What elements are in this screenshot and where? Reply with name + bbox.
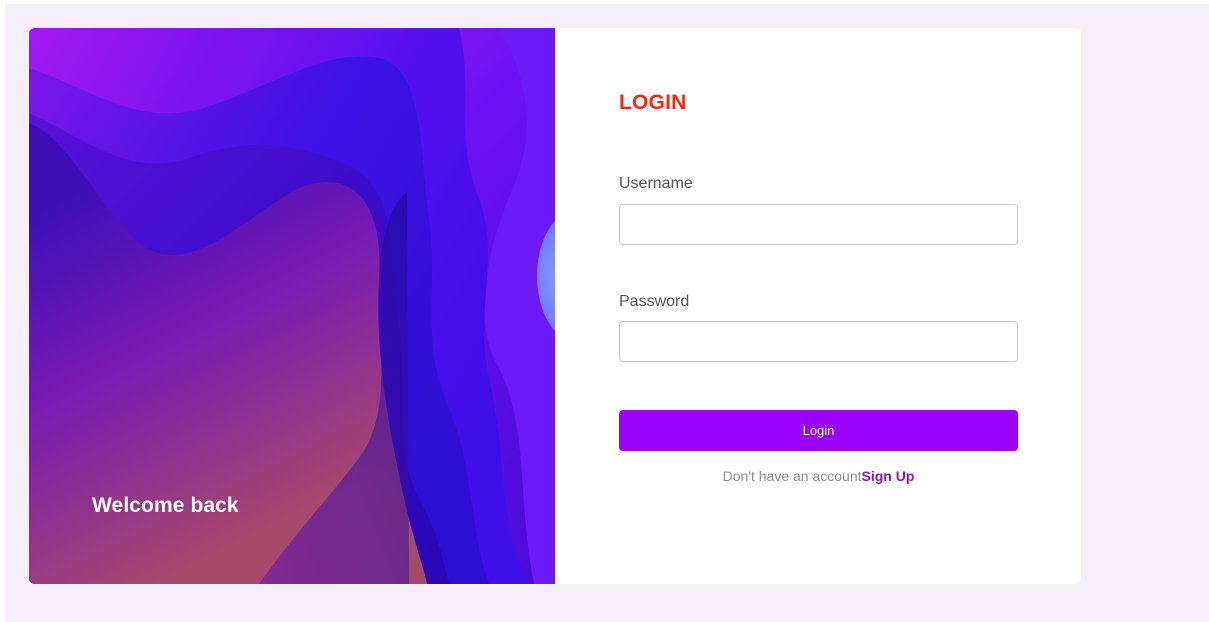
page-title: LOGIN xyxy=(619,91,687,114)
welcome-heading: Welcome back xyxy=(92,494,239,517)
hero-panel: Welcome back xyxy=(29,28,555,584)
login-card: Welcome back LOGIN Username Password Log… xyxy=(29,28,1081,584)
signup-prompt-row: Don't have an accountSign Up xyxy=(619,468,1018,484)
login-button[interactable]: Login xyxy=(619,410,1018,451)
username-label: Username xyxy=(619,175,693,192)
password-label: Password xyxy=(619,293,690,310)
signup-prompt-text: Don't have an account xyxy=(722,468,862,484)
username-input[interactable] xyxy=(619,204,1018,245)
signup-link[interactable]: Sign Up xyxy=(862,468,915,484)
password-input[interactable] xyxy=(619,321,1018,362)
login-form: LOGIN Username Password Login Don't have… xyxy=(555,28,1081,584)
